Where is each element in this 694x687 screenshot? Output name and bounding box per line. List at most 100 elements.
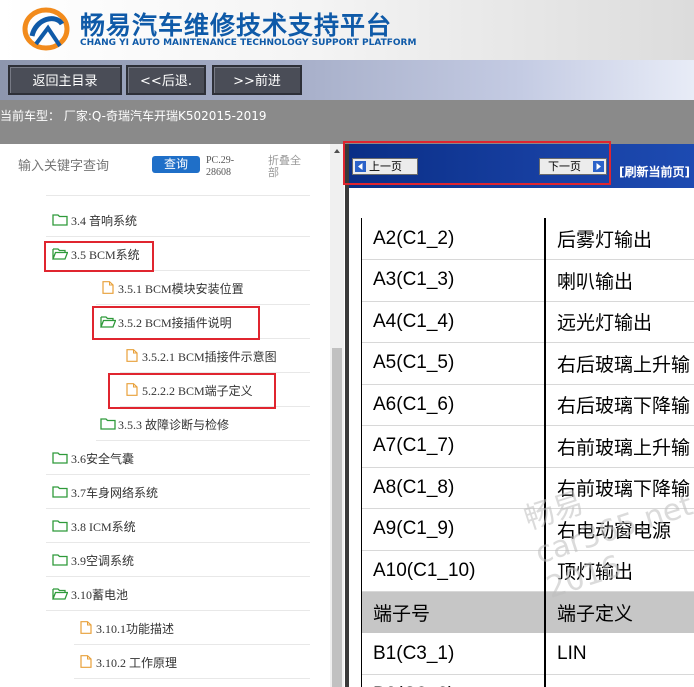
folder-icon [52,486,68,498]
tree-item-bcm[interactable]: 3.5 BCM系统 [46,237,310,271]
pin-cell: B1(C3_1) [362,633,546,675]
definition-cell: 右后玻璃下降输 [545,384,694,426]
tree-item-label: 3.9空调系统 [71,554,135,568]
pin-cell: A7(C1_7) [362,425,546,468]
tree-item-label: 3.10.1功能描述 [96,622,175,636]
next-page-label: 下一页 [548,160,581,173]
table-row: A4(C1_4) 远光灯输出 [362,301,694,343]
home-button[interactable]: 返回主目录 [8,65,122,95]
current-vehicle-label: 当前车型： 厂家:Q-奇瑞汽车开瑞K502015-2019 [0,109,267,123]
definition-cell: 远光灯输出 [545,301,694,343]
document-icon [102,281,114,294]
scroll-thumb[interactable] [332,348,342,687]
pc-code-label: PC.29-28608 [206,155,235,178]
tree-item-bcm-connector-diagram[interactable]: 3.5.2.1 BCM插接件示意图 [120,339,310,373]
tree-item-label: 3.5 BCM系统 [71,248,140,262]
pin-cell: A3(C1_3) [362,259,546,302]
document-icon [126,349,138,362]
definition-cell: 前雾灯输出 [545,674,694,687]
definition-cell: 后雾灯输出 [545,218,694,260]
tree-item-label: 3.10.2 工作原理 [96,656,178,670]
scroll-up-arrow-icon[interactable] [330,144,344,158]
arrow-right-icon [593,161,604,172]
tree-item-label: 3.4 音响系统 [71,214,138,228]
pin-cell: A6(C1_6) [362,384,546,426]
brand-title: 畅易汽车维修技术支持平台 [80,11,393,40]
pin-cell: A10(C1_10) [362,550,546,592]
pin-cell: A5(C1_5) [362,342,546,385]
refresh-page-link[interactable]: [刷新当前页] [619,163,690,180]
tree-scrollbar[interactable] [330,144,344,687]
pin-cell: A9(C1_9) [362,508,546,551]
tree-item-battery[interactable]: 3.10蓄电池 [46,577,310,611]
table-row: A2(C1_2) 后雾灯输出 [362,218,694,260]
navigation-pane: 查询 PC.29-28608 折叠全部 3.4 音响系统 3.5 BCM系统 [0,144,344,687]
pin-cell: 端子号 [362,591,546,634]
prev-page-button[interactable]: 上一页 [352,158,418,175]
document-icon [80,655,92,668]
pin-cell: A2(C1_2) [362,218,546,260]
tree-item-battery-principle[interactable]: 3.10.2 工作原理 [74,645,310,679]
document-icon [126,383,138,396]
content-pane: 上一页 下一页 [刷新当前页] A2(C1_2) 后雾灯输出 A3(C1_3) 喇叭输… [343,141,694,687]
definition-cell: LIN [545,633,694,675]
tree-item-battery-function[interactable]: 3.10.1功能描述 [74,611,310,645]
definition-cell: 右前玻璃下降输 [545,467,694,509]
collapse-all-link[interactable]: 折叠全部 [268,155,308,179]
tree-item-bcm-location[interactable]: 3.5.1 BCM模块安装位置 [96,271,310,305]
tree-item-label: 3.5.2.1 BCM插接件示意图 [142,350,277,364]
table-row: A8(C1_8) 右前玻璃下降输 [362,467,694,509]
search-row: 查询 PC.29-28608 折叠全部 [0,144,330,188]
arrow-left-icon [355,161,366,172]
table-header-row: 端子号 端子定义 [362,591,694,634]
tree-item-label: 3.6安全气囊 [71,452,135,466]
pin-definition-table: A2(C1_2) 后雾灯输出 A3(C1_3) 喇叭输出 A4(C1_4) 远光灯输出 A5… [362,218,694,687]
definition-cell: 右前玻璃上升输 [545,425,694,468]
folder-icon [100,418,116,430]
tree-item-label: 3.8 ICM系统 [71,520,136,534]
tree-item-bcm-diagnosis[interactable]: 3.5.3 故障诊断与检修 [96,407,310,441]
cy-logo-icon [22,7,70,51]
definition-cell: 喇叭输出 [545,259,694,302]
pin-cell: A4(C1_4) [362,301,546,343]
prev-page-label: 上一页 [369,160,402,173]
definition-cell: 右电动窗电源 [545,508,694,551]
tree-item-body-network[interactable]: 3.7车身网络系统 [46,475,310,509]
tree-item-bcm-terminal-definition[interactable]: 5.2.2.2 BCM端子定义 [120,373,310,407]
chapter-tree: 3.4 音响系统 3.5 BCM系统 3.5.1 BCM模块安装位置 3.5.2… [0,188,330,687]
back-button[interactable]: <<后退. [126,65,206,95]
vehicle-bar: 当前车型： 厂家:Q-奇瑞汽车开瑞K502015-2019 [0,100,694,144]
definition-cell: 顶灯输出 [545,550,694,592]
toolbar: 返回主目录 <<后退. >>前进 [0,60,694,100]
table-row: A9(C1_9) 右电动窗电源 [362,508,694,551]
tree-item-air-conditioning[interactable]: 3.9空调系统 [46,543,310,577]
tree-item-icm[interactable]: 3.8 ICM系统 [46,509,310,543]
folder-icon [52,452,68,464]
folder-icon [52,554,68,566]
page-nav-bar: 上一页 下一页 [刷新当前页] [343,141,694,188]
pin-cell: A8(C1_8) [362,467,546,509]
table-row: A5(C1_5) 右后玻璃上升输 [362,342,694,385]
tree-item-label: 3.5.1 BCM模块安装位置 [118,282,244,296]
folder-open-icon [100,316,116,328]
tree-item-bcm-connector[interactable]: 3.5.2 BCM接插件说明 [96,305,310,339]
definition-cell: 端子定义 [545,591,694,634]
tree-item-label: 5.2.2.2 BCM端子定义 [142,384,253,398]
tree-item-label: 3.5.3 故障诊断与检修 [118,418,230,432]
tree-item-audio[interactable]: 3.4 音响系统 [46,203,310,237]
pin-table-container: A2(C1_2) 后雾灯输出 A3(C1_3) 喇叭输出 A4(C1_4) 远光灯输出 A5… [361,218,694,687]
tree-item-airbag[interactable]: 3.6安全气囊 [46,441,310,475]
tree-item-label: 3.5.2 BCM接插件说明 [118,316,232,330]
folder-icon [52,214,68,226]
table-row: B2(C3_2)前雾灯输出 [362,674,694,687]
search-input[interactable] [18,156,146,176]
definition-cell: 右后玻璃上升输 [545,342,694,385]
forward-button[interactable]: >>前进 [212,65,302,95]
pin-cell: B2(C3_2) [362,674,546,687]
brand-subtitle: CHANG YI AUTO MAINTENANCE TECHNOLOGY SUP… [80,38,417,48]
header-banner: 畅易汽车维修技术支持平台 CHANG YI AUTO MAINTENANCE T… [0,0,694,60]
search-button[interactable]: 查询 [152,156,200,173]
next-page-button[interactable]: 下一页 [539,158,607,175]
tree-item-label: 3.7车身网络系统 [71,486,159,500]
tree-item-partial[interactable] [46,188,310,196]
